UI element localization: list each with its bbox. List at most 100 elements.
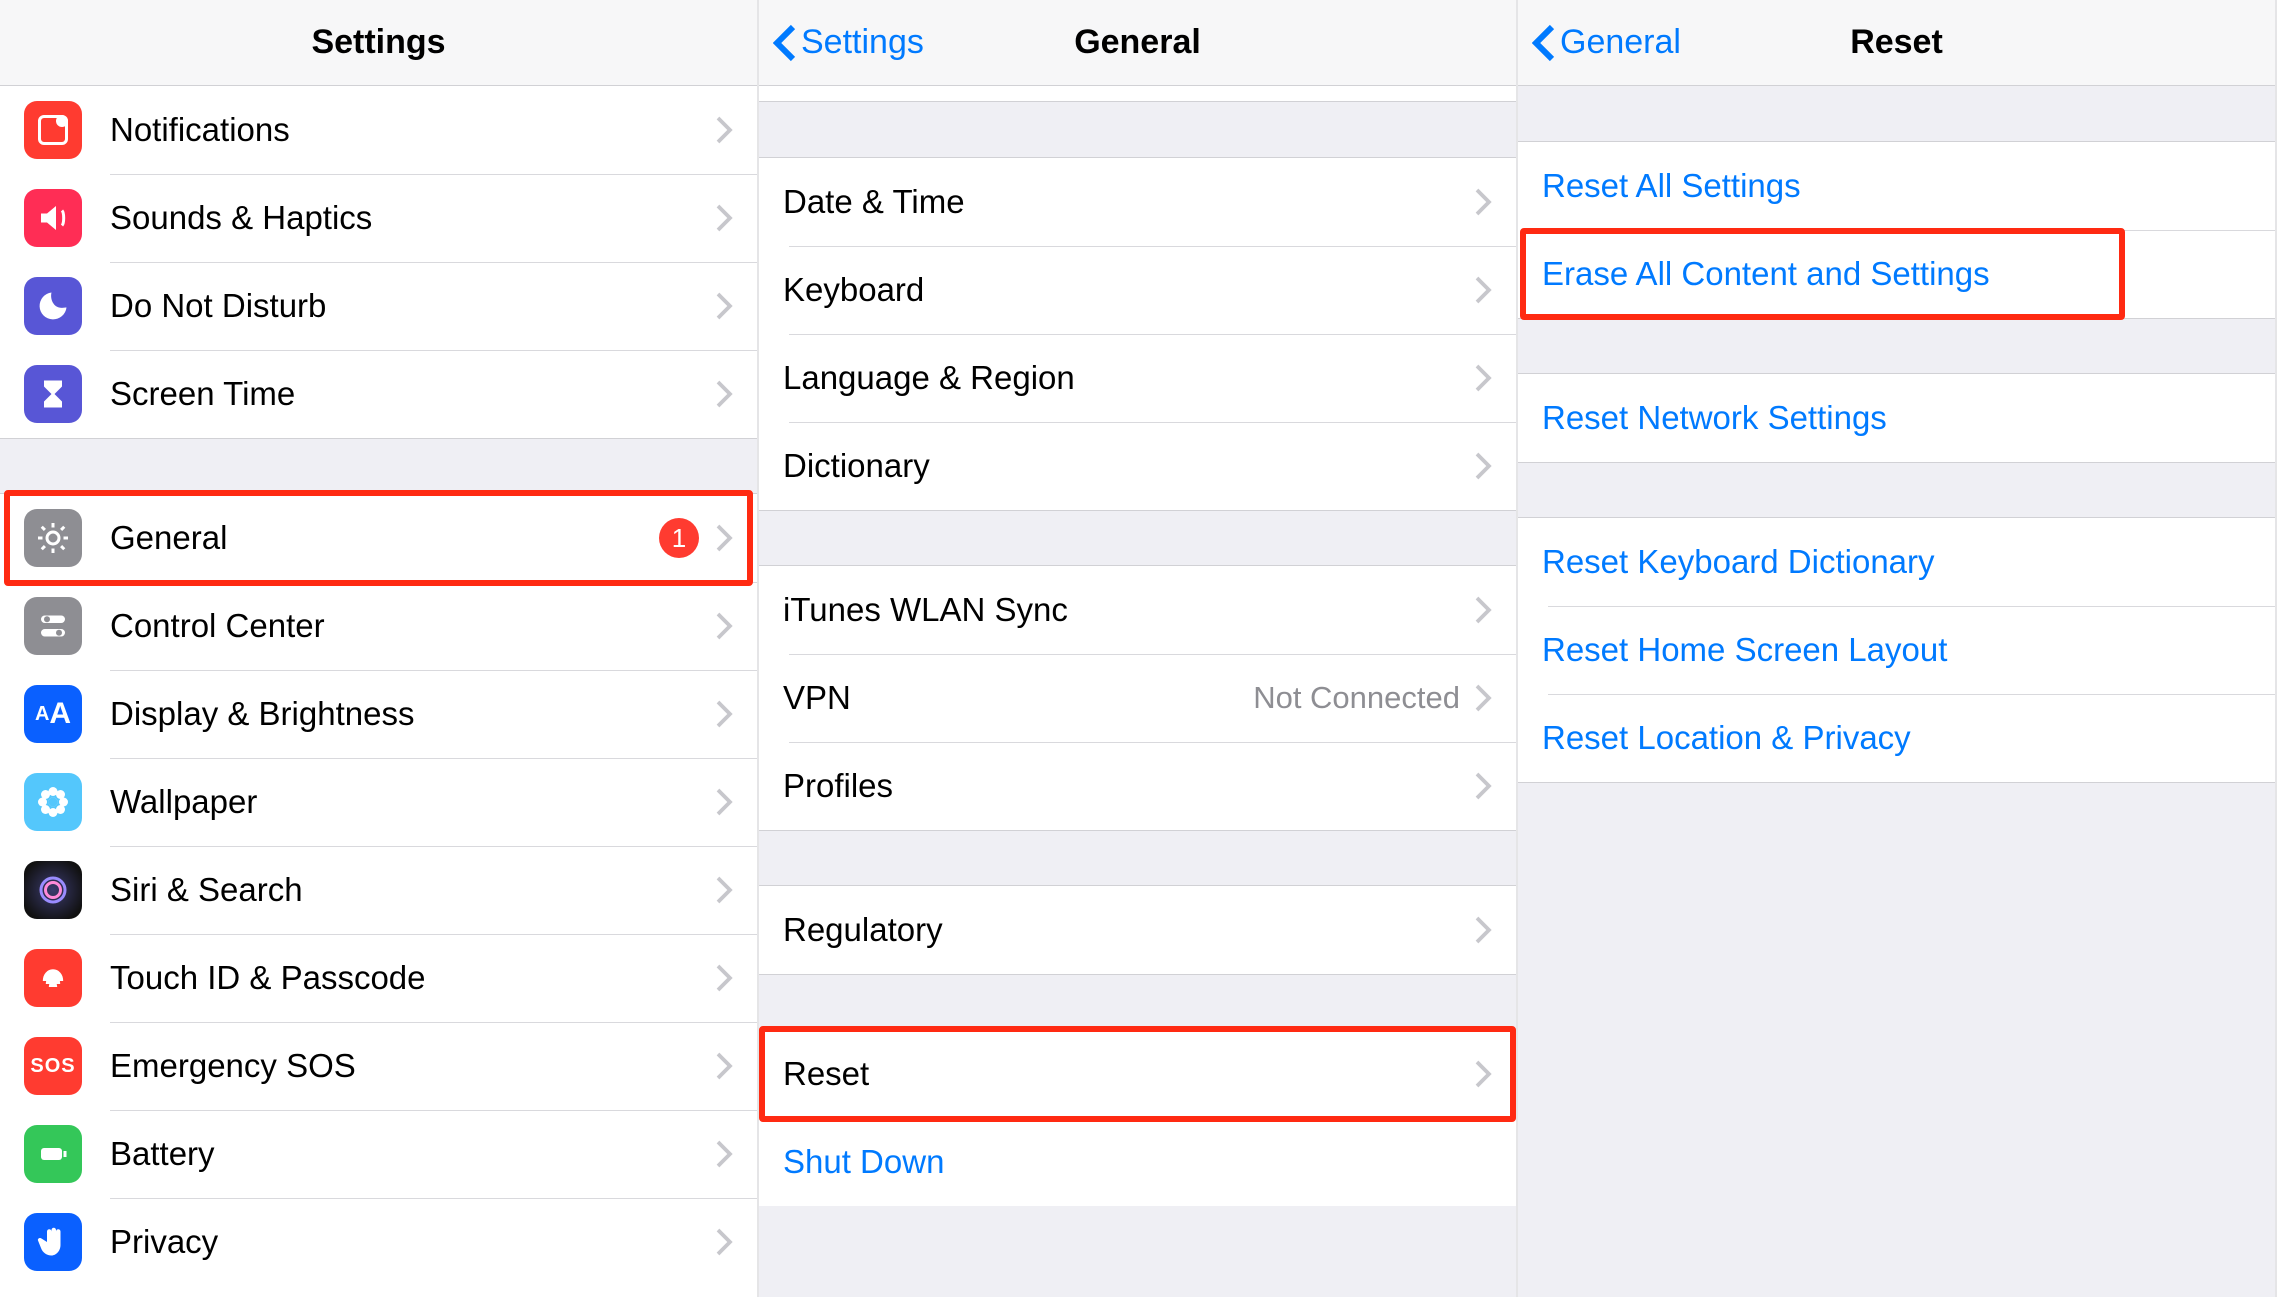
general-row-language[interactable]: Language & Region (759, 334, 1516, 422)
text-size-icon: AA (24, 685, 82, 743)
group-separator (759, 974, 1516, 1030)
settings-row-sos[interactable]: SOS Emergency SOS (0, 1022, 757, 1110)
back-label: Settings (801, 23, 924, 62)
notification-badge: 1 (659, 518, 699, 558)
moon-icon (24, 277, 82, 335)
row-label: Regulatory (783, 911, 1474, 949)
chevron-right-icon (1474, 363, 1492, 393)
reset-navbar: General Reset (1518, 0, 2275, 86)
settings-row-controlcenter[interactable]: Control Center (0, 582, 757, 670)
group-separator (1518, 86, 2275, 142)
chevron-right-icon (715, 523, 733, 553)
chevron-right-icon (715, 611, 733, 641)
row-label: Siri & Search (110, 871, 715, 909)
hourglass-icon (24, 365, 82, 423)
settings-row-display[interactable]: AA Display & Brightness (0, 670, 757, 758)
general-row-reset[interactable]: Reset (759, 1030, 1516, 1118)
hand-icon (24, 1213, 82, 1271)
chevron-right-icon (1474, 1059, 1492, 1089)
settings-row-sounds[interactable]: Sounds & Haptics (0, 174, 757, 262)
general-row-datetime[interactable]: Date & Time (759, 158, 1516, 246)
chevron-right-icon (1474, 771, 1492, 801)
group-separator (759, 510, 1516, 566)
reset-row-resethome[interactable]: Reset Home Screen Layout (1518, 606, 2275, 694)
row-label: Sounds & Haptics (110, 199, 715, 237)
settings-row-notifications[interactable]: Notifications (0, 86, 757, 174)
group-separator (0, 438, 757, 494)
row-label: Erase All Content and Settings (1542, 255, 2251, 293)
reset-row-resetall[interactable]: Reset All Settings (1518, 142, 2275, 230)
chevron-right-icon (715, 787, 733, 817)
settings-list: Notifications Sounds & Haptics Do Not Di… (0, 86, 757, 1297)
reset-row-resetlocation[interactable]: Reset Location & Privacy (1518, 694, 2275, 782)
empty-area (1518, 782, 2275, 1297)
back-button[interactable]: Settings (773, 0, 924, 85)
general-pane: Settings General Date & Time Keyboard La… (759, 0, 1518, 1297)
settings-row-siri[interactable]: Siri & Search (0, 846, 757, 934)
group-separator (1518, 462, 2275, 518)
settings-row-general[interactable]: General 1 (0, 494, 757, 582)
chevron-right-icon (715, 379, 733, 409)
row-label: Do Not Disturb (110, 287, 715, 325)
settings-title: Settings (311, 23, 445, 62)
fingerprint-icon (24, 949, 82, 1007)
row-label: Screen Time (110, 375, 715, 413)
settings-row-screentime[interactable]: Screen Time (0, 350, 757, 438)
chevron-right-icon (1474, 683, 1492, 713)
general-row-dictionary[interactable]: Dictionary (759, 422, 1516, 510)
chevron-right-icon (715, 963, 733, 993)
reset-row-eraseall[interactable]: Erase All Content and Settings (1518, 230, 2275, 318)
settings-row-wallpaper[interactable]: Wallpaper (0, 758, 757, 846)
general-row-regulatory[interactable]: Regulatory (759, 886, 1516, 974)
chevron-right-icon (715, 1139, 733, 1169)
battery-icon (24, 1125, 82, 1183)
row-label: Control Center (110, 607, 715, 645)
settings-navbar: Settings (0, 0, 757, 86)
row-label: Reset All Settings (1542, 167, 2251, 205)
general-row-vpn[interactable]: VPN Not Connected (759, 654, 1516, 742)
chevron-right-icon (715, 115, 733, 145)
settings-row-dnd[interactable]: Do Not Disturb (0, 262, 757, 350)
chevron-right-icon (1474, 915, 1492, 945)
chevron-right-icon (1474, 451, 1492, 481)
reset-row-resetnetwork[interactable]: Reset Network Settings (1518, 374, 2275, 462)
reset-list: Reset All Settings Erase All Content and… (1518, 86, 2275, 1297)
row-label: Reset Location & Privacy (1542, 719, 2251, 757)
chevron-right-icon (1474, 595, 1492, 625)
group-separator (759, 102, 1516, 158)
chevron-right-icon (715, 291, 733, 321)
general-navbar: Settings General (759, 0, 1516, 86)
chevron-right-icon (715, 1051, 733, 1081)
row-label: Touch ID & Passcode (110, 959, 715, 997)
sos-icon: SOS (24, 1037, 82, 1095)
general-row-shutdown[interactable]: Shut Down (759, 1118, 1516, 1206)
settings-row-touchid[interactable]: Touch ID & Passcode (0, 934, 757, 1022)
general-row-keyboard[interactable]: Keyboard (759, 246, 1516, 334)
chevron-right-icon (1474, 275, 1492, 305)
row-label: Reset Home Screen Layout (1542, 631, 2251, 669)
row-label: Reset (783, 1055, 1474, 1093)
general-list: Date & Time Keyboard Language & Region D… (759, 86, 1516, 1297)
back-label: General (1560, 23, 1681, 62)
reset-title: Reset (1850, 23, 1943, 62)
toggles-icon (24, 597, 82, 655)
back-button[interactable]: General (1532, 0, 1681, 85)
siri-icon (24, 861, 82, 919)
row-label: iTunes WLAN Sync (783, 591, 1474, 629)
row-label: Battery (110, 1135, 715, 1173)
row-label: Profiles (783, 767, 1474, 805)
row-label: Reset Keyboard Dictionary (1542, 543, 2251, 581)
row-label: Wallpaper (110, 783, 715, 821)
group-separator (759, 830, 1516, 886)
cutoff-row (759, 86, 1516, 102)
row-label: VPN (783, 679, 1253, 717)
reset-row-resetkeyboard[interactable]: Reset Keyboard Dictionary (1518, 518, 2275, 606)
group-separator (1518, 318, 2275, 374)
chevron-left-icon (773, 23, 797, 63)
general-row-ituneswlan[interactable]: iTunes WLAN Sync (759, 566, 1516, 654)
settings-row-battery[interactable]: Battery (0, 1110, 757, 1198)
row-label: Emergency SOS (110, 1047, 715, 1085)
settings-row-privacy[interactable]: Privacy (0, 1198, 757, 1286)
general-row-profiles[interactable]: Profiles (759, 742, 1516, 830)
row-value: Not Connected (1253, 680, 1460, 716)
